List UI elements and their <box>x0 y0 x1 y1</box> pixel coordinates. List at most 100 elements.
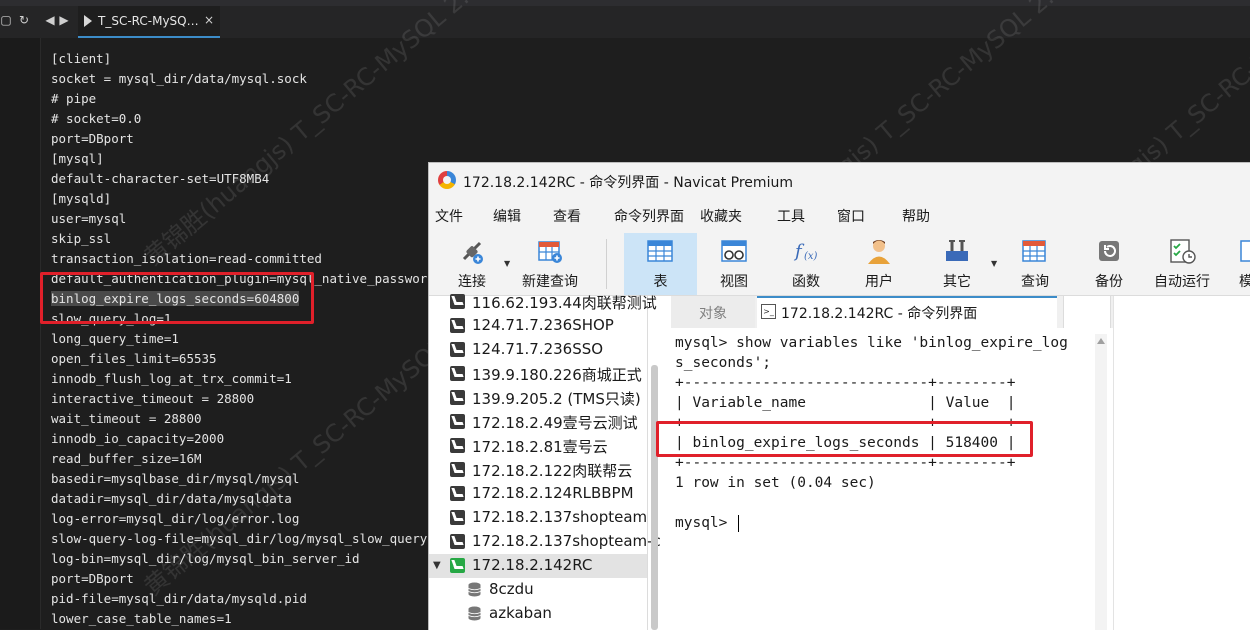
config-line-text: datadir=mysql_dir/data/mysqldata <box>51 491 292 506</box>
terminal-session-tab[interactable]: T_SC-RC-MySQ… × <box>78 6 220 38</box>
tab-console-label: 172.18.2.142RC - 命令列界面 <box>781 306 978 322</box>
tools-icon <box>946 240 968 261</box>
connection-item[interactable]: 172.18.2.81壹号云 <box>429 434 647 458</box>
scroll-up-icon[interactable] <box>1097 338 1105 344</box>
connection-item[interactable]: 139.9.180.226商城正式 <box>429 362 647 386</box>
menu-view[interactable]: 查看 <box>553 206 581 226</box>
function-icon: f (x) <box>793 241 818 262</box>
tree-scrollbar[interactable] <box>651 365 658 630</box>
view-button[interactable]: 视图 <box>707 233 761 295</box>
menu-edit[interactable]: 编辑 <box>493 206 521 226</box>
tab-empty[interactable] <box>1063 296 1111 328</box>
config-line-text: port=DBport <box>51 131 134 146</box>
text-cursor <box>738 514 740 532</box>
plug-icon <box>462 241 483 264</box>
config-line-text: [mysqld] <box>51 191 112 206</box>
connection-item[interactable]: 124.71.7.236SSO <box>429 338 647 362</box>
mysql-connection-icon <box>450 462 465 477</box>
config-line: socket = mysql_dir/data/mysql.sock <box>51 69 457 89</box>
console-line: 1 row in set (0.04 sec) <box>675 473 1068 493</box>
connect-button[interactable]: 连接 <box>449 233 495 295</box>
connection-item[interactable]: 116.62.193.44肉联帮测试 <box>429 290 657 314</box>
mysql-connection-icon <box>450 318 465 333</box>
menu-help[interactable]: 帮助 <box>902 206 930 226</box>
model-button[interactable]: 模 <box>1235 233 1250 295</box>
connection-label: 172.18.2.81壹号云 <box>472 438 608 456</box>
connection-item[interactable]: 172.18.2.122肉联帮云 <box>429 458 647 482</box>
connection-item[interactable]: 172.18.2.49壹号云测试 <box>429 410 647 434</box>
console-line: +----------------------------+--------+ <box>675 373 1068 393</box>
connection-label: 172.18.2.137shopteam <box>472 508 648 526</box>
session-arrow-icon <box>84 15 92 27</box>
connection-item[interactable]: 172.18.2.124RLBBPM <box>429 482 647 506</box>
backup-button[interactable]: 备份 <box>1091 233 1127 295</box>
config-line-text: long_query_time=1 <box>51 331 179 346</box>
console-line-text: +----------------------------+--------+ <box>675 455 1016 471</box>
other-button[interactable]: 其它 <box>934 233 980 295</box>
connection-label: 172.18.2.142RC <box>472 556 593 574</box>
config-line-text: # socket=0.0 <box>51 111 142 126</box>
connection-item[interactable]: 172.18.2.137shopteam <box>429 506 647 530</box>
connect-dropdown-icon[interactable]: ▼ <box>504 259 510 268</box>
database-item[interactable]: 8czdu <box>429 578 647 602</box>
console-line-text: +----------------------------+--------+ <box>675 375 1016 391</box>
config-line: transaction_isolation=read-committed <box>51 249 457 269</box>
tab-console[interactable]: >_ 172.18.2.142RC - 命令列界面 <box>757 296 1057 328</box>
terminal-tab-bar: ▢ ↻ ◀ ▶ T_SC-RC-MySQ… × <box>0 0 1250 38</box>
query-button[interactable]: 查询 <box>1017 233 1053 295</box>
mysql-console[interactable]: mysql> show variables like 'binlog_expir… <box>671 329 1109 630</box>
menu-tools[interactable]: 工具 <box>777 206 805 226</box>
svg-text:(x): (x) <box>804 251 818 262</box>
expand-chevron-icon[interactable]: ▼ <box>433 560 441 571</box>
view-icon <box>721 240 747 262</box>
config-line: [client] <box>51 49 457 69</box>
new-query-button[interactable]: 新建查询 <box>515 233 585 295</box>
config-line-text: socket = mysql_dir/data/mysql.sock <box>51 71 307 86</box>
menu-file[interactable]: 文件 <box>435 206 463 226</box>
config-line: wait_timeout = 28800 <box>51 409 457 429</box>
sidebar-toggle-icon[interactable]: ▢ <box>0 14 12 26</box>
back-arrow-icon[interactable]: ◀ <box>44 14 56 26</box>
connection-item[interactable]: 139.9.205.2 (TMS只读) <box>429 386 647 410</box>
navicat-logo-icon <box>438 171 456 189</box>
connection-item[interactable]: 124.71.7.236SHOP <box>429 314 647 338</box>
forward-arrow-icon[interactable]: ▶ <box>58 14 70 26</box>
user-button[interactable]: 用户 <box>854 233 904 295</box>
config-line: # pipe <box>51 89 457 109</box>
console-line-text: 1 row in set (0.04 sec) <box>675 475 876 491</box>
table-button[interactable]: 表 <box>624 233 697 295</box>
mysql-connection-icon <box>450 342 465 357</box>
config-line: lower_case_table_names=1 <box>51 609 457 629</box>
user-icon <box>868 240 890 264</box>
menu-console[interactable]: 命令列界面 <box>614 206 684 226</box>
other-dropdown-icon[interactable]: ▼ <box>991 259 997 268</box>
tab-objects[interactable]: 对象 <box>671 296 755 328</box>
config-line-text: innodb_flush_log_at_trx_commit=1 <box>51 371 292 386</box>
automation-button[interactable]: 自动运行 <box>1149 233 1215 295</box>
console-line: mysql> <box>675 513 1068 533</box>
refresh-icon[interactable]: ↻ <box>18 14 30 26</box>
function-button[interactable]: f (x) 函数 <box>779 233 833 295</box>
connection-item[interactable]: ▼ 172.18.2.142RC <box>429 554 647 578</box>
config-line-text: transaction_isolation=read-committed <box>51 251 322 266</box>
connection-tree[interactable]: 116.62.193.44肉联帮测试 124.71.7.236SHOP 124.71… <box>429 294 661 630</box>
mysql-connection-icon <box>450 390 465 405</box>
config-file-content[interactable]: [client] socket = mysql_dir/data/mysql.so… <box>51 49 457 629</box>
new-query-icon <box>538 241 562 263</box>
close-tab-icon[interactable]: × <box>204 13 214 27</box>
config-line: innodb_io_capacity=2000 <box>51 429 457 449</box>
config-line: basedir=mysqlbase_dir/mysql/mysql <box>51 469 457 489</box>
config-line-text: read_buffer_size=16M <box>51 451 202 466</box>
menu-window[interactable]: 窗口 <box>837 206 865 226</box>
console-scrollbar[interactable] <box>1095 334 1107 630</box>
database-item[interactable]: azkaban <box>429 602 647 626</box>
config-line: default-character-set=UTF8MB4 <box>51 169 457 189</box>
console-line-text: mysql> <box>675 515 737 531</box>
config-line: log-error=mysql_dir/log/error.log <box>51 509 457 529</box>
menu-favorites[interactable]: 收藏夹 <box>700 206 742 226</box>
console-line-text: s_seconds'; <box>675 355 772 371</box>
connection-item[interactable]: 172.18.2.137shopteam-c <box>429 530 661 554</box>
database-label: azkaban <box>489 604 552 622</box>
config-line-text: open_files_limit=65535 <box>51 351 217 366</box>
